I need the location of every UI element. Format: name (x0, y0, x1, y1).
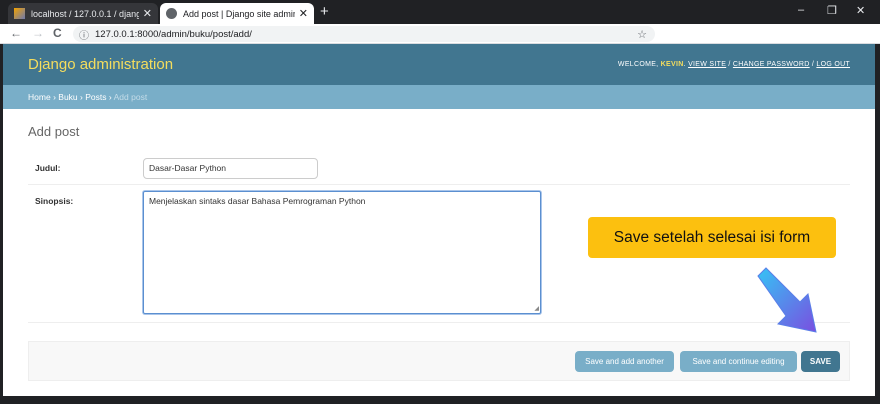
close-window-icon[interactable]: ✕ (856, 4, 865, 17)
tab-phpmyadmin[interactable]: localhost / 127.0.0.1 / djangoweb ✕ (8, 3, 158, 24)
tab-close-icon[interactable]: ✕ (143, 7, 152, 20)
change-password-link[interactable]: CHANGE PASSWORD (733, 61, 810, 68)
sinopsis-label: Sinopsis: (35, 196, 74, 206)
forward-arrow-icon[interactable]: → (32, 26, 44, 40)
resize-grip-icon[interactable]: ◢ (534, 305, 539, 312)
sinopsis-textarea[interactable]: Menjelaskan sintaks dasar Bahasa Pemrogr… (143, 191, 541, 314)
breadcrumb-home[interactable]: Home (28, 92, 51, 102)
breadcrumb-model[interactable]: Posts (85, 92, 106, 102)
judul-input[interactable]: Dasar-Dasar Python (143, 158, 318, 179)
admin-header: Django administration WELCOME, KEVIN. VI… (3, 44, 875, 85)
breadcrumb-current: Add post (113, 92, 148, 102)
view-site-link[interactable]: VIEW SITE (688, 61, 726, 68)
site-branding[interactable]: Django administration (28, 56, 173, 73)
tab-title: localhost / 127.0.0.1 / djangoweb (31, 8, 139, 19)
globe-favicon-icon (166, 8, 177, 19)
url-text[interactable]: 127.0.0.1:8000/admin/buku/post/add/ (95, 29, 252, 40)
breadcrumb-sep: › (53, 92, 56, 102)
separator: / (811, 61, 815, 68)
sinopsis-text: Menjelaskan sintaks dasar Bahasa Pemrogr… (149, 196, 366, 206)
tab-close-icon[interactable]: ✕ (299, 7, 308, 20)
info-icon[interactable]: ⓘ (79, 27, 89, 42)
breadcrumb-sep: › (108, 92, 112, 102)
save-and-continue-button[interactable]: Save and continue editing (680, 351, 797, 372)
separator: / (728, 61, 731, 68)
breadcrumb: Home › Buku › Posts › Add post (3, 85, 875, 109)
save-button[interactable]: SAVE (801, 351, 840, 372)
breadcrumb-app[interactable]: Buku (58, 92, 77, 102)
back-arrow-icon[interactable]: ← (10, 26, 22, 40)
restore-icon[interactable]: ❐ (827, 4, 837, 17)
welcome-text: WELCOME, (617, 61, 659, 68)
browser-toolbar: ← → C ⓘ 127.0.0.1:8000/admin/buku/post/a… (0, 24, 880, 44)
submit-row: Save and add another Save and continue e… (28, 341, 850, 381)
page-title: Add post (28, 124, 80, 139)
username: KEVIN (660, 61, 684, 68)
bookmark-star-icon[interactable]: ☆ (637, 28, 647, 41)
breadcrumb-sep: › (80, 92, 83, 102)
browser-tab-strip: localhost / 127.0.0.1 / djangoweb ✕ Add … (0, 0, 880, 24)
reload-icon[interactable]: C (53, 26, 62, 40)
annotation-arrow-icon (757, 267, 817, 333)
logout-link[interactable]: LOG OUT (816, 61, 850, 68)
new-tab-button[interactable]: + (320, 4, 329, 20)
save-and-add-another-button[interactable]: Save and add another (575, 351, 674, 372)
tab-title: Add post | Django site admin (183, 8, 295, 19)
form-row-judul: Judul: Dasar-Dasar Python (28, 150, 850, 185)
judul-label: Judul: (35, 163, 61, 173)
address-bar[interactable]: ⓘ 127.0.0.1:8000/admin/buku/post/add/ ☆ (73, 26, 655, 42)
minimize-icon[interactable]: – (798, 4, 804, 16)
tab-add-post[interactable]: Add post | Django site admin ✕ (160, 3, 314, 24)
phpmyadmin-favicon-icon (14, 8, 25, 19)
user-tools: WELCOME, KEVIN. VIEW SITE / CHANGE PASSW… (617, 61, 850, 68)
annotation-callout: Save setelah selesai isi form (588, 217, 836, 258)
